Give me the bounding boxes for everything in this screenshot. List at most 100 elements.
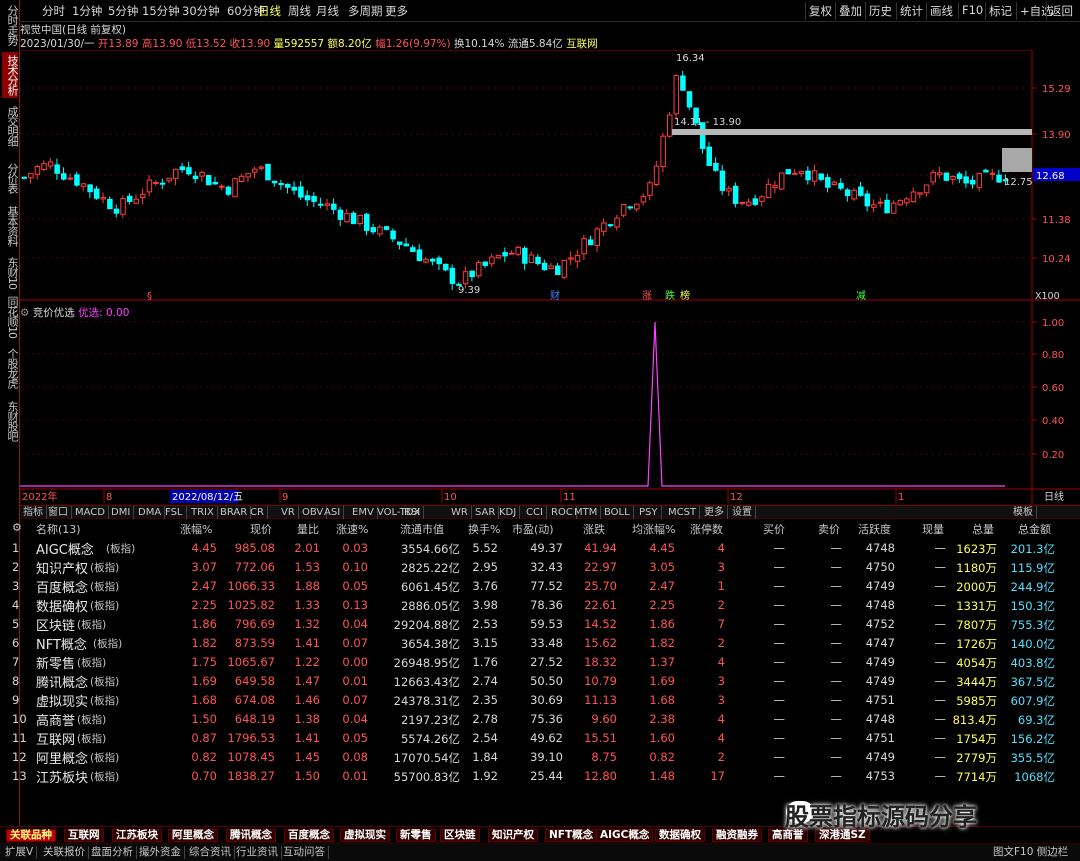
status-item-3[interactable]: 撮外资金 (136, 846, 185, 859)
sector-name[interactable]: 虚拟现实 (36, 691, 88, 710)
period-tab-0[interactable]: 分时 (42, 3, 65, 19)
indicator-tab-5[interactable]: FSL (162, 506, 187, 519)
indicator-tab-24[interactable]: 更多 (701, 506, 728, 519)
table-row[interactable]: 6 NFT概念 (板指) 1.82 873.59 1.41 0.07 3654.38亿 3.15… (0, 634, 1080, 653)
sector-name[interactable]: 知识产权 (36, 558, 88, 577)
bottom-tab-11[interactable]: AIGC概念 (596, 829, 654, 842)
bottom-tab-1[interactable]: 互联网 (64, 829, 104, 842)
col-header-2[interactable]: 现价 (250, 521, 272, 537)
table-row[interactable]: 12 阿里概念 (板指) 0.82 1078.45 1.45 0.08 17070.54亿 1.… (0, 748, 1080, 767)
leftnav-item-1[interactable]: 技术分析 (2, 52, 19, 98)
table-row[interactable]: 2 知识产权 (板指) 3.07 772.06 1.53 0.10 2825.22亿 2.95 3… (0, 558, 1080, 577)
toolbar-button-5[interactable]: F10 (958, 2, 986, 18)
period-tab-8[interactable]: 月线 (316, 3, 339, 19)
indicator-tab-0[interactable]: 指标 (20, 506, 47, 519)
sector-name[interactable]: AIGC概念 (36, 539, 94, 558)
col-header-1[interactable]: 涨幅% (180, 521, 212, 537)
col-header-9[interactable]: 均涨幅% (632, 521, 675, 537)
indicator-tab-3[interactable]: DMI (108, 506, 135, 519)
table-row[interactable]: 10 高商誉 (板指) 1.50 648.19 1.38 0.04 2197.23亿 2.78 7… (0, 710, 1080, 729)
table-row[interactable]: 8 腾讯概念 (板指) 1.69 649.58 1.47 0.01 12663.43亿 2.74… (0, 672, 1080, 691)
status-item-5[interactable]: 行业资讯 (233, 846, 282, 859)
period-tab-10[interactable]: 更多 (385, 3, 408, 19)
period-tab-9[interactable]: 多周期 (348, 3, 383, 19)
period-tab-4[interactable]: 30分钟 (182, 3, 220, 19)
indicator-tab-20[interactable]: MTM (571, 506, 602, 519)
indicator-tab-25[interactable]: 设置 (729, 506, 756, 519)
toolbar-button-2[interactable]: 历史 (865, 2, 895, 20)
table-row[interactable]: 9 虚拟现实 (板指) 1.68 674.08 1.46 0.07 24378.31亿 2.35… (0, 691, 1080, 710)
bottom-tab-0[interactable]: 关联品种 (6, 829, 56, 842)
period-tab-7[interactable]: 周线 (288, 3, 311, 19)
leftnav-item-3[interactable]: 分价表 (2, 158, 19, 198)
col-header-14[interactable]: 现量 (922, 521, 944, 537)
leftnav-item-5[interactable]: 东财10 (2, 255, 19, 291)
sector-name[interactable]: NFT概念 (36, 634, 87, 653)
leftnav-item-0[interactable]: 分时走势 (2, 3, 19, 47)
col-header-5[interactable]: 流通市值 (400, 521, 444, 537)
col-header-3[interactable]: 量比 (297, 521, 319, 537)
table-row[interactable]: 4 数据确权 (板指) 2.25 1025.82 1.33 0.13 2886.05亿 3.98… (0, 596, 1080, 615)
status-item-2[interactable]: 盘面分析 (88, 846, 137, 859)
settings-gear-icon[interactable]: ⚙ (12, 521, 22, 534)
status-item-1[interactable]: 关联报价 (40, 846, 89, 859)
indicator-tab-14[interactable]: RSI (401, 506, 425, 519)
col-header-15[interactable]: 总量 (972, 521, 994, 537)
bottom-tab-4[interactable]: 腾讯概念 (226, 829, 276, 842)
status-item-6[interactable]: 互动问答 (280, 846, 329, 859)
indicator-tab-22[interactable]: PSY (636, 506, 662, 519)
sector-name[interactable]: 江苏板块 (36, 767, 88, 786)
toolbar-button-1[interactable]: 叠加 (835, 2, 865, 20)
bottom-tab-6[interactable]: 虚拟现实 (340, 829, 390, 842)
sector-label[interactable]: 互联网 (566, 38, 598, 50)
bottom-tab-8[interactable]: 区块链 (440, 829, 480, 842)
sector-name[interactable]: 新零售 (36, 653, 75, 672)
indicator-tab-21[interactable]: BOLL (601, 506, 634, 519)
sector-name[interactable]: 百度概念 (36, 577, 88, 596)
indicator-gear-icon[interactable]: ⚙ (20, 307, 29, 319)
toolbar-button-0[interactable]: 复权 (805, 2, 835, 20)
col-header-10[interactable]: 涨停数 (690, 521, 723, 537)
col-header-4[interactable]: 涨速% (336, 521, 368, 537)
table-row[interactable]: 11 互联网 (板指) 0.87 1796.53 1.41 0.05 5574.26亿 2.54… (0, 729, 1080, 748)
col-header-7[interactable]: 市盈(动) (512, 521, 554, 537)
toolbar-button-6[interactable]: 标记 (985, 2, 1015, 20)
bottom-tab-9[interactable]: 知识产权 (488, 829, 538, 842)
leftnav-item-6[interactable]: 同花顺10 (2, 295, 19, 339)
status-item-4[interactable]: 综合资讯 (186, 846, 235, 859)
indicator-tab-17[interactable]: KDJ (496, 506, 521, 519)
toolbar-button-4[interactable]: 画线 (926, 2, 956, 20)
col-header-8[interactable]: 涨跌 (583, 521, 605, 537)
bottom-tab-12[interactable]: 数据确权 (655, 829, 705, 842)
sector-name[interactable]: 阿里概念 (36, 748, 88, 767)
table-row[interactable]: 13 江苏板块 (板指) 0.70 1838.27 1.50 0.01 55700.83亿 1.… (0, 767, 1080, 786)
indicator-tab-18[interactable]: CCI (523, 506, 547, 519)
col-header-13[interactable]: 活跃度 (858, 521, 891, 537)
indicator-tab-1[interactable]: 窗口 (45, 506, 72, 519)
col-header-12[interactable]: 卖价 (818, 521, 840, 537)
indicator-tab-11[interactable]: ASI (321, 506, 345, 519)
table-row[interactable]: 3 百度概念 (板指) 2.47 1066.33 1.88 0.05 6061.45亿 3.76… (0, 577, 1080, 596)
leftnav-item-4[interactable]: 基本资料 (2, 202, 19, 250)
indicator-tab-6[interactable]: TRIX (188, 506, 218, 519)
bottom-tab-2[interactable]: 江苏板块 (112, 829, 162, 842)
indicator-tab-8[interactable]: CR (247, 506, 268, 519)
indicator-tab-23[interactable]: MCST (665, 506, 701, 519)
bottom-tab-3[interactable]: 阿里概念 (168, 829, 218, 842)
indicator-name[interactable]: 竞价优选 (33, 307, 75, 319)
bottom-tab-7[interactable]: 新零售 (396, 829, 436, 842)
indicator-tab-4[interactable]: DMA (135, 506, 166, 519)
indicator-tab-2[interactable]: MACD (72, 506, 109, 519)
bottom-tab-13[interactable]: 融资融券 (712, 829, 762, 842)
sector-name[interactable]: 高商誉 (36, 710, 75, 729)
bottom-tab-5[interactable]: 百度概念 (284, 829, 334, 842)
sector-name[interactable]: 区块链 (36, 615, 75, 634)
template-tab[interactable]: 模板 (1010, 506, 1037, 519)
indicator-tab-15[interactable]: WR (448, 506, 472, 519)
period-tab-3[interactable]: 15分钟 (142, 3, 180, 19)
col-header-6[interactable]: 换手% (468, 521, 500, 537)
kline-chart[interactable]: 15.29 13.90 12.68 11.38 10.24 X100 1.00 0.80 0.6… (20, 50, 1080, 505)
toolbar-button-3[interactable]: 统计 (896, 2, 926, 20)
sector-name[interactable]: 腾讯概念 (36, 672, 88, 691)
leftnav-item-8[interactable]: 东财股吧 (2, 398, 19, 444)
